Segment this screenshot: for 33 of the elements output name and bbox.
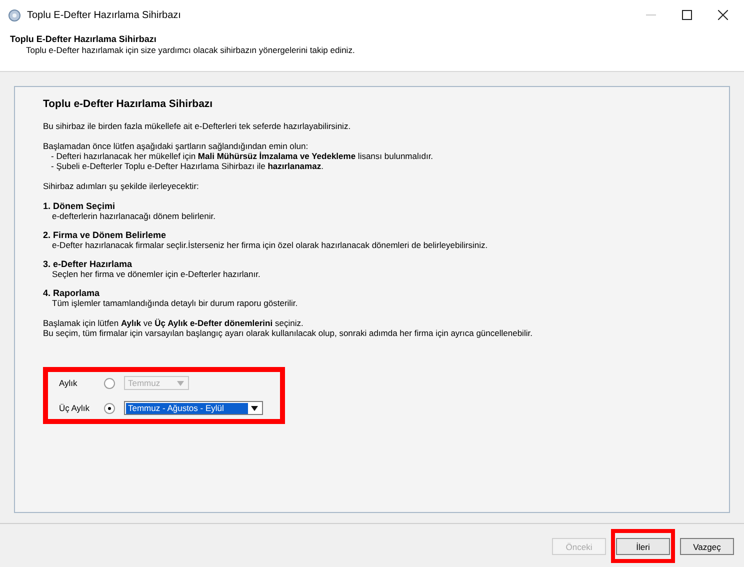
- radio-button[interactable]: [104, 402, 115, 414]
- requirement-text: - Şubeli e-Defterler Toplu e-Defter Hazırlama Sihirbazı ile hazırlanamaz.: [50, 161, 324, 171]
- step-description: Tüm işlemler tamamlandığında detaylı bir durum raporu gösterilir.: [51, 298, 298, 308]
- intro-text: Bu sihirbaz ile birden fazla mükellefe ait e-Defterleri tek seferde hazırlayabilirsiniz.: [43, 121, 352, 131]
- dropdown-value: Temmuz: [127, 378, 162, 388]
- step-description: e-defterlerin hazırlanacağı dönem belirlenir.: [51, 211, 216, 221]
- period-label: Üç Aylık: [59, 403, 91, 413]
- requirements-heading: Başlamadan önce lütfen aşağıdaki şartların sağlandığından emin olun:: [43, 141, 310, 151]
- instruction-text: Bu seçim, tüm firmalar için varsayılan başlangıç ayarı olarak kullanılacak olup, sonraki adımda her firma için ayrıca güncellenebilir.: [43, 328, 534, 338]
- steps-heading: Sihirbaz adımları şu şekilde ilerleyecektir:: [43, 181, 200, 191]
- dropdown-value: Temmuz - Ağustos - Eylül: [126, 402, 248, 414]
- wizard-button[interactable]: İleri: [616, 538, 670, 556]
- step-title: 2. Firma ve Dönem Belirleme: [43, 230, 166, 240]
- header-subtitle: Toplu e-Defter hazırlamak için size yardımcı olacak sihirbazın yönergelerini takip ediniz.: [25, 45, 356, 56]
- app-icon: [8, 8, 21, 22]
- step-description: Seçlen her firma ve dönemler için e-Defterler hazırlanır.: [51, 269, 260, 279]
- caret-icon: [176, 380, 185, 386]
- close-icon[interactable]: [718, 10, 728, 20]
- period-dropdown[interactable]: Temmuz - Ağustos - Eylül: [124, 401, 263, 415]
- wizard-button[interactable]: Vazgeç: [680, 538, 734, 556]
- requirement-text: - Defteri hazırlanacak her mükellef için Mali Mühürsüz İmzalama ve Yedekleme lisansı bulunmalıdır.: [50, 151, 434, 161]
- caret-icon: [250, 406, 259, 410]
- period-label: Aylık: [59, 378, 78, 388]
- radio-button[interactable]: [104, 378, 115, 388]
- header-title: Toplu E-Defter Hazırlama Sihirbazı: [10, 34, 158, 45]
- window-title: Toplu E-Defter Hazırlama Sihirbazı: [27, 8, 181, 22]
- instruction-text: Başlamak için lütfen Aylık ve Üç Aylık e-Defter dönemlerini seçiniz.: [43, 318, 304, 328]
- step-description: e-Defter hazırlanacak firmalar seçlir.İsterseniz her firma için özel olarak hazırlanacak dönemleri de belirleyebilirsiniz.: [51, 240, 488, 250]
- step-title: 1. Dönem Seçimi: [43, 201, 116, 211]
- maximize-icon[interactable]: [682, 10, 692, 20]
- panel-title: Toplu e-Defter Hazırlama Sihirbazı: [43, 97, 214, 111]
- step-title: 3. e-Defter Hazırlama: [43, 259, 132, 269]
- step-title: 4. Raporlama: [43, 288, 100, 298]
